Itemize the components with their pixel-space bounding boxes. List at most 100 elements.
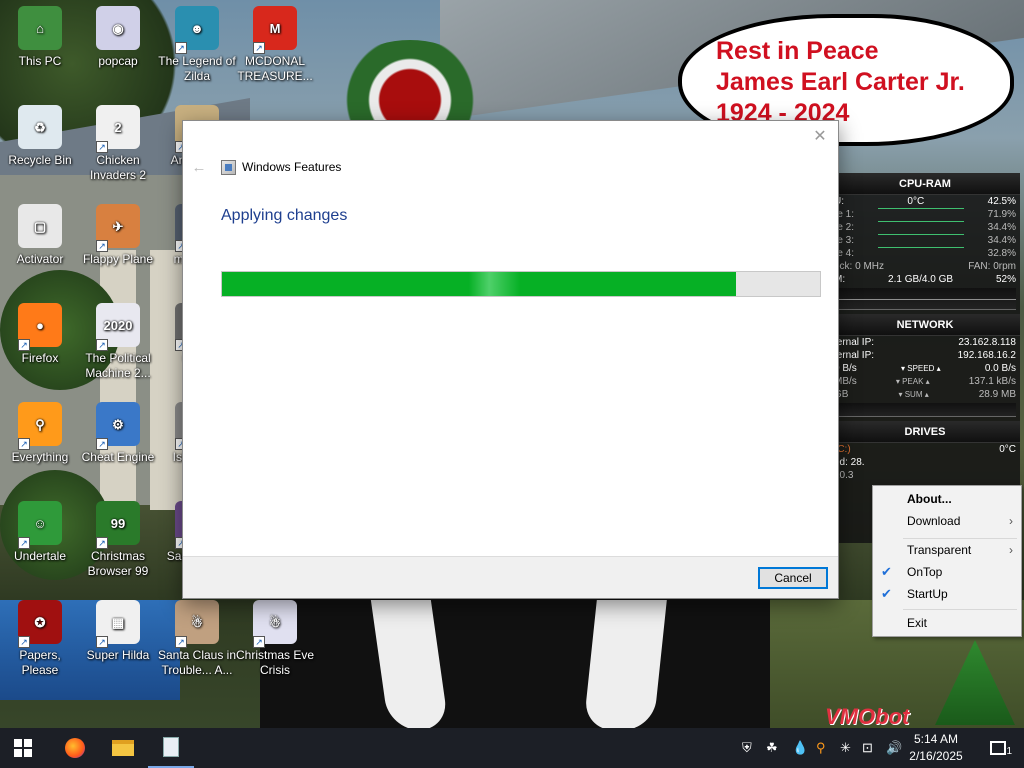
wallpaper-night-sky [260, 580, 770, 730]
desktop-icon-label: Santa Claus in Trouble... A... [157, 648, 237, 677]
ram-percent: 52% [995, 274, 1016, 285]
cloud-line-1: Rest in Peace [716, 37, 879, 65]
shortcut-arrow-icon: ↗ [253, 42, 265, 54]
close-icon[interactable]: ✕ [810, 127, 830, 147]
core-4-bar [877, 247, 964, 248]
menu-item-label: Exit [907, 616, 928, 630]
shortcut-arrow-icon: ↗ [96, 438, 108, 450]
clock-label: ock: 0 MHz [834, 261, 885, 272]
windows-logo-icon [14, 739, 32, 757]
desktop-icon-label: Recycle Bin [8, 153, 72, 167]
desktop-icon[interactable]: ✈ ↗ Flappy Plane [78, 204, 158, 267]
speed-label: ▾ SPEED ▴ [901, 364, 941, 373]
everything-search-icon[interactable]: ⚲ [816, 740, 826, 756]
menu-item-label: About... [907, 492, 952, 506]
ram-used: 2.1 GB/4.0 GB [888, 274, 954, 285]
desktop-icon-label: Chicken Invaders 2 [89, 153, 147, 182]
core-3-value: 34.4% [987, 235, 1016, 246]
file-explorer-icon [112, 740, 134, 756]
menu-item-ontop[interactable]: ✔ OnTop [873, 561, 1021, 583]
desktop-icon-label: The Legend of Zilda [158, 54, 236, 83]
cpu-total: 42.5% [987, 196, 1016, 207]
peak-right: 137.1 kB/s [968, 376, 1016, 387]
droplet-icon[interactable]: 💧 [792, 740, 808, 756]
defender-icon[interactable]: ⛨ [742, 740, 752, 756]
desktop-icon[interactable]: ☺ ↗ Undertale [0, 501, 80, 564]
dialog-nav-row: ← Windows Features [183, 155, 342, 179]
menu-separator [903, 609, 1017, 610]
external-ip: 23.162.8.118 [958, 337, 1016, 348]
desktop-icon[interactable]: ☃ ↗ Christmas Eve Crisis [235, 600, 315, 678]
desktop-icon-label: Christmas Eve Crisis [235, 648, 315, 677]
desktop-icon-label: The Political Machine 2... [85, 351, 151, 380]
desktop-icon-label: Papers, Please [19, 648, 61, 677]
windows-features-icon [221, 159, 236, 175]
taskbar: ⛨ ☘ 💧 ⚲ ✳ ⊡ 🔊 5:14 AM 2/16/2025 1 [0, 728, 1024, 768]
internal-ip: 192.168.16.2 [957, 350, 1016, 361]
snowflake-icon[interactable]: ✳ [840, 740, 851, 756]
back-arrow-icon[interactable]: ← [185, 159, 213, 176]
windows-features-dialog[interactable]: ✕ ← Windows Features Applying changes Ca… [182, 120, 839, 599]
sum-label: ▾ SUM ▴ [898, 390, 929, 399]
file-explorer-taskbar-button[interactable] [100, 728, 146, 768]
applying-changes-heading: Applying changes [221, 207, 348, 224]
core-2-value: 34.4% [987, 222, 1016, 233]
desktop-icon[interactable]: ☃ ↗ Santa Claus in Trouble... A... [157, 600, 237, 678]
action-center-button[interactable]: 1 [978, 728, 1018, 768]
desktop-icon-label: popcap [98, 54, 138, 68]
app-icon: ♻ [18, 105, 62, 149]
fan-label: FAN: 0rpm [968, 261, 1016, 272]
desktop-icon[interactable]: ⌂ This PC [0, 6, 80, 69]
dialog-title: Windows Features [242, 160, 342, 174]
volume-icon[interactable]: 🔊 [886, 740, 902, 756]
desktop-icon[interactable]: ☻ ↗ The Legend of Zilda [157, 6, 237, 84]
progress-bar [221, 271, 821, 297]
menu-item-startup[interactable]: ✔ StartUp [873, 583, 1021, 605]
clock-time: 5:14 AM [913, 732, 959, 746]
desktop-icon[interactable]: ◉ popcap [78, 6, 158, 69]
menu-item-transparent[interactable]: Transparent › [873, 539, 1021, 561]
network-icon[interactable]: ⊡ [862, 740, 873, 756]
core-1-bar [877, 208, 964, 209]
notification-icon [990, 741, 1006, 755]
desktop-icon[interactable]: M ↗ MCDONAL TREASURE... [235, 6, 315, 84]
menu-item-about[interactable]: About... [873, 488, 1021, 510]
people-icon[interactable]: ☘ [766, 740, 778, 756]
menu-item-exit[interactable]: Exit [873, 612, 1021, 634]
desktop-icon-label: Flappy Plane [82, 252, 154, 266]
checkmark-icon: ✔ [881, 564, 892, 579]
desktop-icon[interactable]: 2020 ↗ The Political Machine 2... [78, 303, 158, 381]
menu-item-download[interactable]: Download › [873, 510, 1021, 532]
desktop-icon[interactable]: ⚲ ↗ Everything [0, 402, 80, 465]
desktop-icon[interactable]: ● ↗ Firefox [0, 303, 80, 366]
desktop-icon[interactable]: ♻ Recycle Bin [0, 105, 80, 168]
core-4-value: 32.8% [987, 248, 1016, 259]
desktop-icon[interactable]: ▦ ↗ Super Hilda [78, 600, 158, 663]
desktop-icon-label: MCDONAL TREASURE... [237, 54, 313, 83]
core-3-bar [877, 234, 964, 235]
cancel-button[interactable]: Cancel [758, 567, 828, 589]
windows-features-taskbar-button[interactable] [148, 728, 194, 768]
desktop-icon[interactable]: 2 ↗ Chicken Invaders 2 [78, 105, 158, 183]
system-clock[interactable]: 5:14 AM 2/16/2025 [905, 731, 967, 765]
cpu-ram-header: CPU-RAM [830, 173, 1020, 195]
dialog-titlebar[interactable]: ✕ [183, 121, 838, 153]
desktop-icon[interactable]: 99 ↗ Christmas Browser 99 [78, 501, 158, 579]
start-button[interactable] [0, 728, 46, 768]
gadget-context-menu[interactable]: About... Download › Transparent › ✔ OnTop ✔… [872, 485, 1022, 637]
internal-ip-label: ternal IP: [834, 350, 875, 361]
firefox-taskbar-button[interactable] [52, 728, 98, 768]
drive-temp: 0°C [999, 444, 1016, 455]
shortcut-arrow-icon: ↗ [96, 240, 108, 252]
desktop-icon[interactable]: ⚙ ↗ Cheat Engine [78, 402, 158, 465]
desktop-icon[interactable]: ▢ Activator [0, 204, 80, 267]
shortcut-arrow-icon: ↗ [96, 141, 108, 153]
desktop-icon-label: Christmas Browser 99 [87, 549, 149, 578]
ram-usage-graph [834, 288, 1016, 310]
desktop-icon[interactable]: ✪ ↗ Papers, Please [0, 600, 80, 678]
desktop-icon-label: Activator [16, 252, 64, 266]
shortcut-arrow-icon: ↗ [18, 339, 30, 351]
menu-item-label: OnTop [907, 565, 943, 579]
menu-item-label: StartUp [907, 587, 948, 601]
shortcut-arrow-icon: ↗ [175, 42, 187, 54]
